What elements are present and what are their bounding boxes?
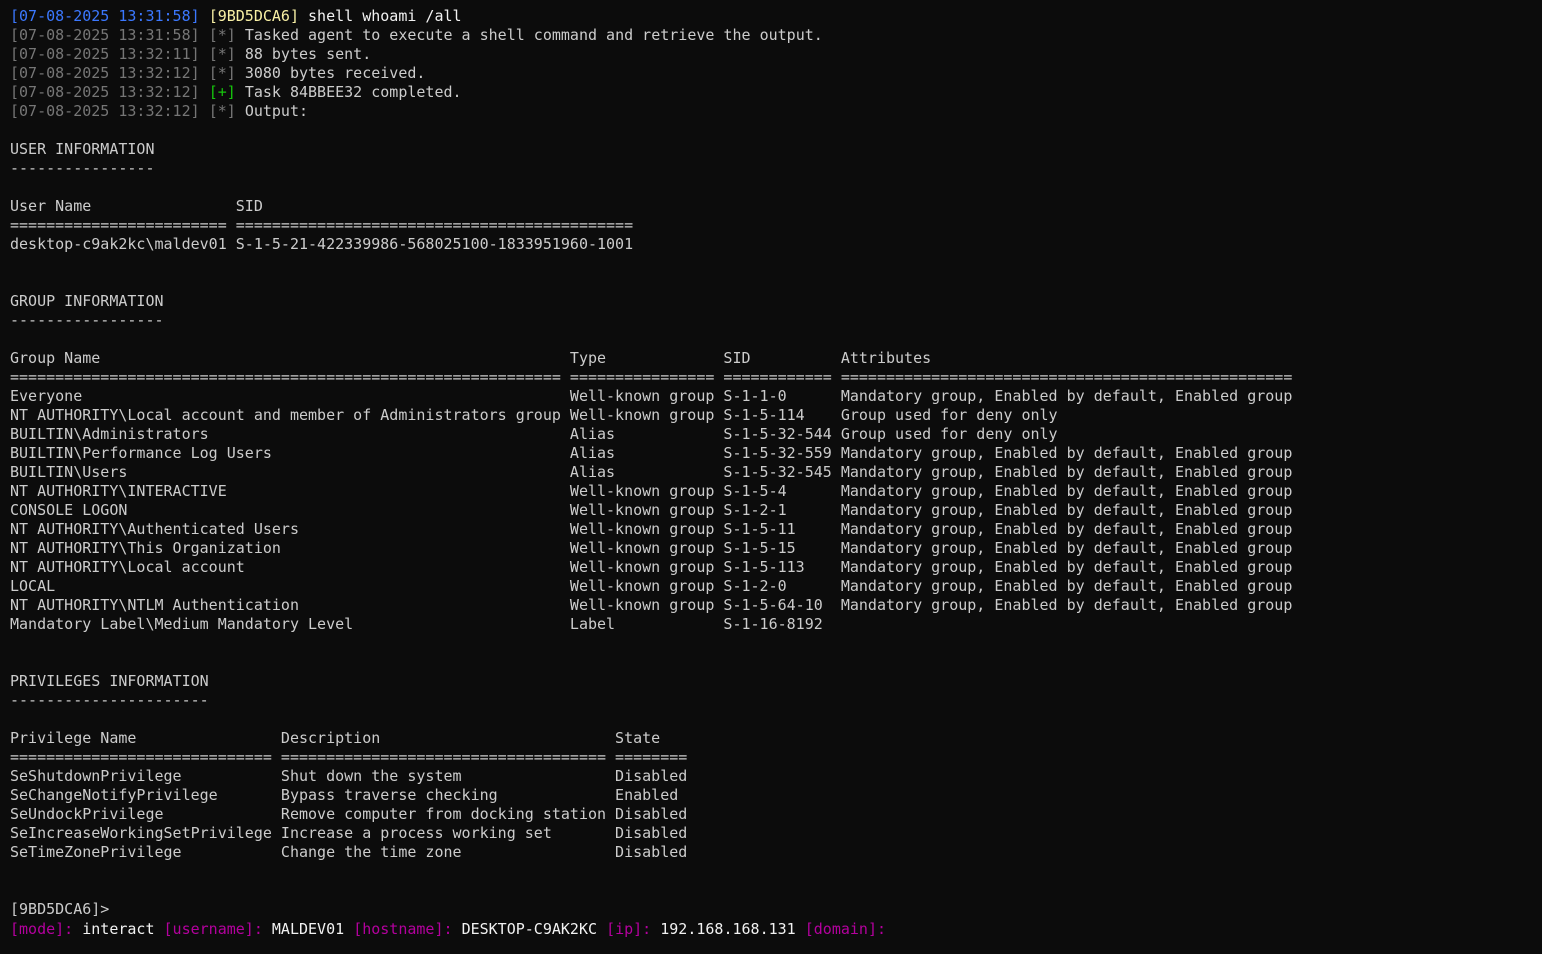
output-line: ======================== ===============… [10, 216, 634, 234]
log-line: [07-08-2025 13:32:12] [*] Output: [10, 102, 1542, 121]
command-output: USER INFORMATION ---------------- User Nam… [10, 121, 1542, 919]
output-line: BUILTIN\Performance Log Users Alias S-1-… [10, 444, 1293, 462]
output-line: [9BD5DCA6]> [10, 900, 110, 918]
status-bar: [mode]: interact [username]: MALDEV01 [h… [10, 919, 1542, 939]
username-value: MALDEV01 [271, 920, 345, 938]
log-text: Task 84BBEE32 completed. [244, 83, 462, 101]
log-text: Output: [244, 102, 309, 120]
log-line: [07-08-2025 13:31:58] [*] Tasked agent t… [10, 26, 1542, 45]
output-line: Group Name Type SID Attributes [10, 349, 932, 367]
log-lines: [07-08-2025 13:31:58] [*] Tasked agent t… [10, 26, 1542, 121]
info-marker: [*] [208, 45, 236, 63]
hostname-label: [hostname]: [353, 920, 453, 938]
mode-value: interact [82, 920, 155, 938]
output-line: User Name SID [10, 197, 263, 215]
info-marker: [*] [208, 64, 236, 82]
output-line: ============================= ==========… [10, 748, 688, 766]
log-timestamp: [07-08-2025 13:31:58] [10, 26, 200, 44]
output-line: SeIncreaseWorkingSetPrivilege Increase a… [10, 824, 688, 842]
output-line: NT AUTHORITY\This Organization Well-know… [10, 539, 1293, 557]
output-line: SeTimeZonePrivilege Change the time zone… [10, 843, 688, 861]
output-line: BUILTIN\Administrators Alias S-1-5-32-54… [10, 425, 1058, 443]
log-line: [07-08-2025 13:32:12] [+] Task 84BBEE32 … [10, 83, 1542, 102]
output-line: SeUndockPrivilege Remove computer from d… [10, 805, 688, 823]
output-line: NT AUTHORITY\NTLM Authentication Well-kn… [10, 596, 1293, 614]
output-line: ----------------- [10, 311, 164, 329]
ip-label: [ip]: [606, 920, 652, 938]
hostname-value: DESKTOP-C9AK2KC [461, 920, 598, 938]
log-timestamp: [07-08-2025 13:32:12] [10, 83, 200, 101]
username-label: [username]: [163, 920, 263, 938]
command-text: shell whoami /all [308, 7, 462, 25]
command-header-line: [07-08-2025 13:31:58] [9BD5DCA6] shell w… [10, 7, 1542, 26]
info-marker: [*] [208, 102, 236, 120]
log-text: 88 bytes sent. [244, 45, 372, 63]
log-timestamp: [07-08-2025 13:32:12] [10, 64, 200, 82]
output-line: ---------------------- [10, 691, 209, 709]
log-timestamp: [07-08-2025 13:32:11] [10, 45, 200, 63]
terminal-window[interactable]: [07-08-2025 13:31:58] [9BD5DCA6] shell w… [0, 0, 1542, 954]
ip-value: 192.168.168.131 [660, 920, 796, 938]
info-marker: [*] [208, 26, 236, 44]
header-timestamp: [07-08-2025 13:31:58] [10, 7, 200, 25]
output-line: NT AUTHORITY\Authenticated Users Well-kn… [10, 520, 1293, 538]
log-line: [07-08-2025 13:32:11] [*] 88 bytes sent. [10, 45, 1542, 64]
output-line: GROUP INFORMATION [10, 292, 164, 310]
output-line: NT AUTHORITY\Local account Well-known gr… [10, 558, 1293, 576]
log-text: 3080 bytes received. [244, 64, 426, 82]
output-line: Privilege Name Description State [10, 729, 661, 747]
output-line: SeShutdownPrivilege Shut down the system… [10, 767, 688, 785]
log-line: [07-08-2025 13:32:12] [*] 3080 bytes rec… [10, 64, 1542, 83]
output-line: LOCAL Well-known group S-1-2-0 Mandatory… [10, 577, 1293, 595]
output-line: ---------------- [10, 159, 155, 177]
domain-label: [domain]: [804, 920, 887, 938]
log-text: Tasked agent to execute a shell command … [244, 26, 823, 44]
output-line: CONSOLE LOGON Well-known group S-1-2-1 M… [10, 501, 1293, 519]
output-line: desktop-c9ak2kc\maldev01 S-1-5-21-422339… [10, 235, 634, 253]
output-line: USER INFORMATION [10, 140, 155, 158]
success-marker: [+] [208, 83, 236, 101]
agent-id: [9BD5DCA6] [208, 7, 299, 25]
output-line: NT AUTHORITY\Local account and member of… [10, 406, 1058, 424]
mode-label: [mode]: [10, 920, 74, 938]
output-line: BUILTIN\Users Alias S-1-5-32-545 Mandato… [10, 463, 1293, 481]
output-line: SeChangeNotifyPrivilege Bypass traverse … [10, 786, 679, 804]
log-timestamp: [07-08-2025 13:32:12] [10, 102, 200, 120]
output-line: ========================================… [10, 368, 1293, 386]
output-line: NT AUTHORITY\INTERACTIVE Well-known grou… [10, 482, 1293, 500]
output-line: Mandatory Label\Medium Mandatory Level L… [10, 615, 823, 633]
output-line: Everyone Well-known group S-1-1-0 Mandat… [10, 387, 1293, 405]
output-line: PRIVILEGES INFORMATION [10, 672, 209, 690]
